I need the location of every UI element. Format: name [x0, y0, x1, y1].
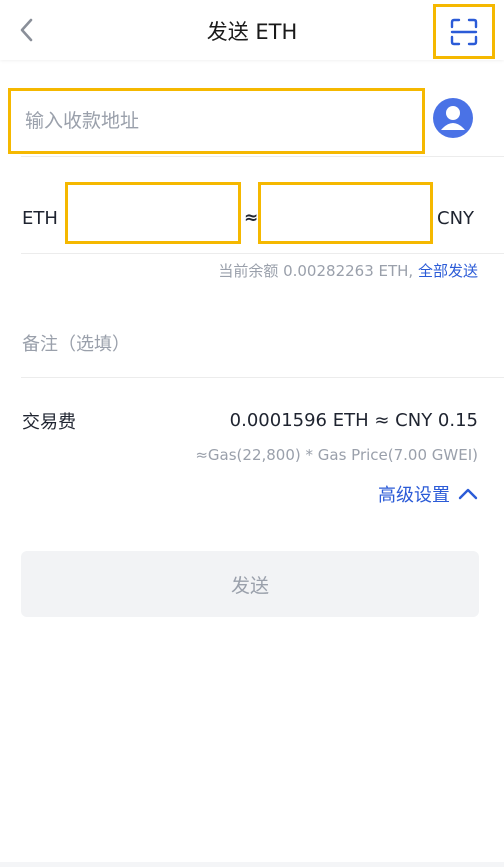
eth-amount-input[interactable]: [68, 185, 238, 241]
amount-row: ETH ≈ CNY: [0, 180, 504, 246]
send-all-link[interactable]: 全部发送: [418, 262, 478, 280]
top-bar: 发送 ETH: [0, 0, 504, 60]
user-avatar-icon: [433, 98, 473, 138]
page-title: 发送 ETH: [206, 20, 298, 44]
eth-amount-field[interactable]: [65, 182, 241, 244]
address-field[interactable]: [8, 88, 425, 154]
address-input[interactable]: [23, 109, 410, 133]
bottom-strip: [0, 862, 504, 867]
advanced-settings-toggle[interactable]: 高级设置: [378, 481, 478, 507]
eth-currency-label: ETH: [22, 208, 58, 229]
scan-icon: [450, 18, 478, 45]
chevron-up-icon: [458, 488, 478, 500]
divider: [21, 377, 504, 378]
contacts-button[interactable]: [433, 98, 473, 138]
cny-amount-input[interactable]: [261, 185, 430, 241]
memo-input[interactable]: 备注（选填）: [22, 330, 130, 356]
balance-text: 当前余额 0.00282263 ETH,: [218, 262, 414, 280]
advanced-settings-label: 高级设置: [378, 485, 450, 506]
divider: [21, 156, 504, 157]
fee-detail: ≈Gas(22,800) * Gas Price(7.00 GWEI): [195, 446, 478, 464]
approx-symbol: ≈: [244, 208, 259, 228]
cny-currency-label: CNY: [437, 208, 475, 229]
divider: [21, 253, 504, 254]
send-button[interactable]: 发送: [21, 551, 479, 617]
cny-amount-field[interactable]: [258, 182, 433, 244]
fee-value: 0.0001596 ETH ≈ CNY 0.15: [229, 410, 478, 431]
fee-label: 交易费: [22, 412, 76, 433]
balance-line: 当前余额 0.00282263 ETH, 全部发送: [218, 260, 478, 281]
scan-qr-button[interactable]: [433, 4, 495, 59]
